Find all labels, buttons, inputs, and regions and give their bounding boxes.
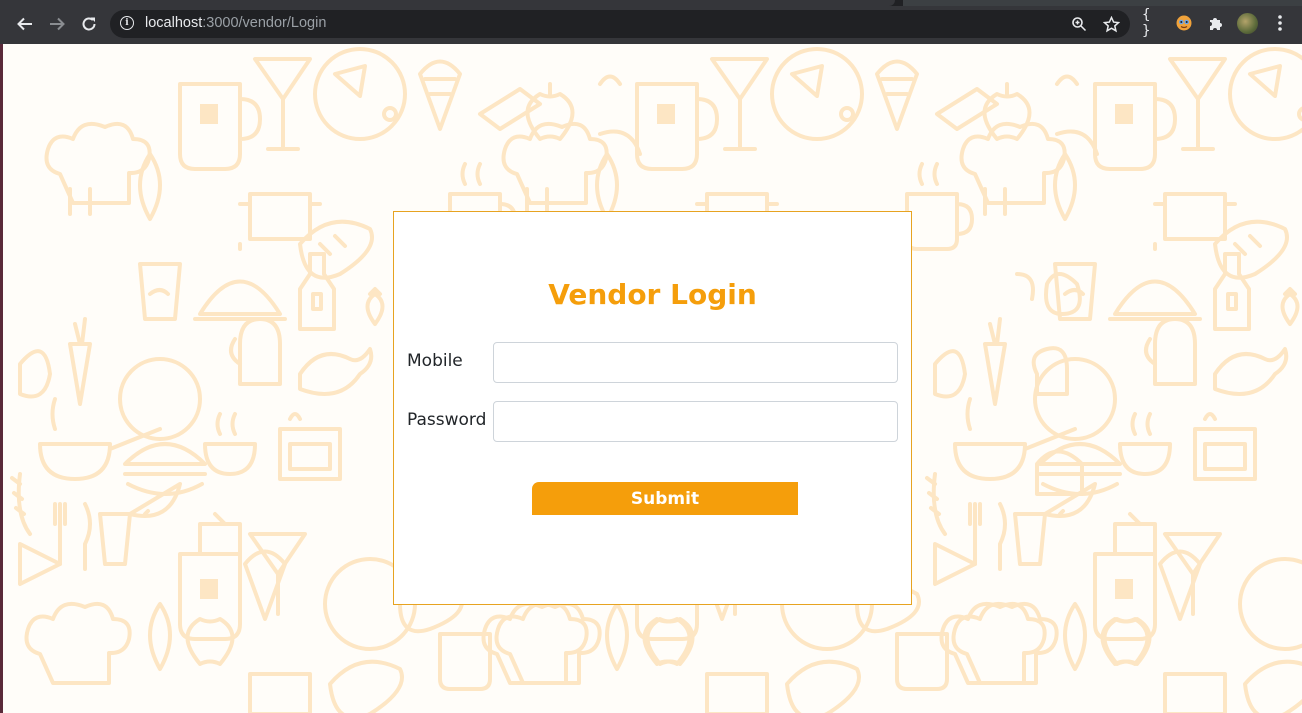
page-viewport: Vendor Login Mobile Password Submit — [0, 44, 1302, 713]
browser-toolbar: i localhost:3000/vendor/Login { } — [0, 0, 1302, 44]
forward-button[interactable] — [45, 12, 69, 36]
url-path: :3000/vendor/Login — [202, 15, 327, 31]
inactive-tab[interactable] — [903, 0, 1302, 6]
address-bar[interactable]: i localhost:3000/vendor/Login — [110, 10, 1130, 38]
back-button[interactable] — [13, 12, 37, 36]
reload-icon — [82, 17, 96, 31]
puzzle-icon[interactable] — [1206, 13, 1226, 33]
mobile-label: Mobile — [407, 351, 463, 371]
avatar-icon[interactable] — [1237, 13, 1258, 34]
three-dots-icon[interactable] — [1272, 12, 1288, 34]
password-label: Password — [407, 410, 487, 430]
submit-button[interactable]: Submit — [532, 482, 798, 515]
arrow-right-icon — [50, 17, 65, 31]
zoom-icon[interactable] — [1070, 15, 1088, 33]
curly-braces-icon[interactable]: { } — [1142, 7, 1162, 39]
json-extension-label: { } — [1142, 7, 1151, 39]
page-title: Vendor Login — [548, 278, 757, 311]
url-host: localhost — [145, 15, 203, 31]
vendor-login-card: Vendor Login Mobile Password Submit — [393, 211, 912, 605]
mobile-input[interactable] — [493, 342, 898, 383]
url-text[interactable]: localhost:3000/vendor/Login — [145, 15, 326, 31]
active-tab[interactable] — [0, 0, 895, 6]
info-icon[interactable]: i — [120, 16, 134, 30]
password-input[interactable] — [493, 401, 898, 442]
tab-strip — [0, 0, 1302, 6]
page-left-edge — [0, 44, 3, 713]
face-extension-icon[interactable] — [1174, 13, 1194, 33]
arrow-left-icon — [17, 17, 32, 31]
star-icon[interactable] — [1102, 15, 1120, 33]
reload-button[interactable] — [77, 12, 101, 36]
